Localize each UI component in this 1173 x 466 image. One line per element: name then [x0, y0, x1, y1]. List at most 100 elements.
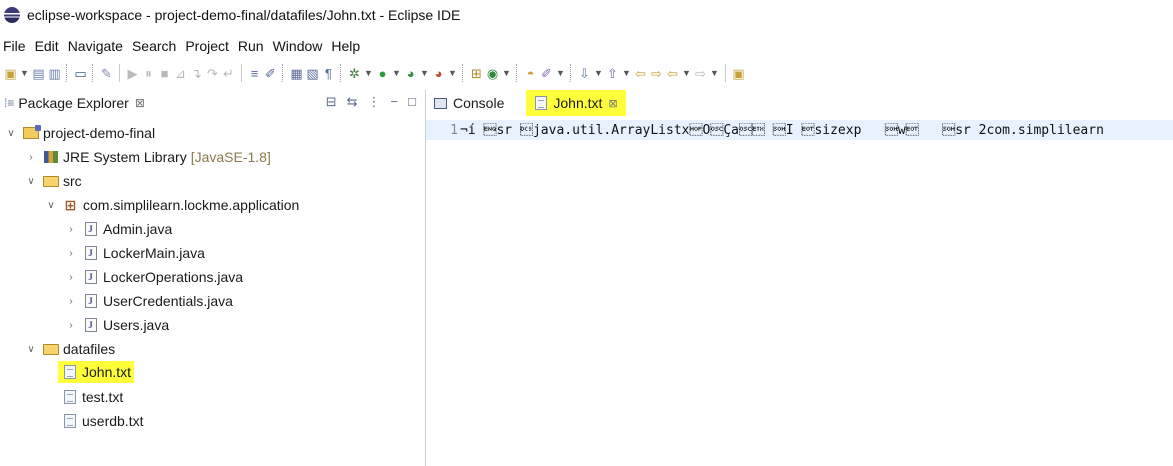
step-over-icon[interactable]: ↷ — [206, 63, 219, 83]
tab-console[interactable]: Console — [426, 90, 512, 116]
toggle-breadcrumb-icon[interactable]: ≡ — [248, 63, 261, 83]
back-icon[interactable]: ⇨ — [650, 63, 663, 83]
external-tools-icon[interactable]: ◕ — [432, 63, 445, 83]
tree-item-src[interactable]: ∨ src — [24, 170, 81, 192]
tree-item-java-file[interactable]: › J Admin.java — [64, 218, 172, 240]
tab-close-icon[interactable]: ⊠ — [608, 97, 617, 110]
minimize-icon[interactable]: − — [391, 94, 399, 110]
tree-item-jre[interactable]: › JRE System Library [JavaSE-1.8] — [24, 146, 271, 168]
expanded-chevron-icon[interactable]: ∨ — [24, 344, 38, 355]
run-dropdown-icon[interactable]: ▼ — [392, 63, 401, 83]
collapsed-chevron-icon[interactable]: › — [64, 224, 78, 235]
terminate-icon[interactable]: ■ — [158, 63, 171, 83]
run-icon[interactable]: ● — [376, 63, 389, 83]
package-explorer-header: ⁞≡ Package Explorer ⊠ ⊟ ⇆ ⋮ − □ — [0, 90, 426, 116]
search-dropdown-icon[interactable]: ▼ — [556, 63, 565, 83]
next-annotation-dropdown-icon[interactable]: ▼ — [594, 63, 603, 83]
menu-navigate[interactable]: Navigate — [68, 38, 123, 54]
step-into-icon[interactable]: ↴ — [190, 63, 203, 83]
package-explorer-title[interactable]: Package Explorer — [18, 95, 129, 111]
back-dropdown-icon[interactable]: ▼ — [682, 63, 691, 83]
menu-help[interactable]: Help — [331, 38, 360, 54]
menu-edit[interactable]: Edit — [35, 38, 59, 54]
mark-occurrences-icon[interactable]: ✐ — [264, 63, 277, 83]
toolbar-separator — [725, 64, 726, 82]
tree-item-java-file[interactable]: › J LockerMain.java — [64, 242, 205, 264]
menu-search[interactable]: Search — [132, 38, 176, 54]
open-perspective-icon[interactable]: ▣ — [732, 63, 745, 83]
java-file-icon: J — [82, 222, 99, 237]
text-file-icon — [61, 390, 78, 405]
tree-item-label: com.simplilearn.lockme.application — [83, 197, 300, 213]
collapse-all-icon[interactable]: ⊟ — [326, 94, 337, 110]
previous-annotation-dropdown-icon[interactable]: ▼ — [622, 63, 631, 83]
expanded-chevron-icon[interactable]: ∨ — [24, 176, 38, 187]
coverage-icon[interactable]: ◕ — [404, 63, 417, 83]
java-file-icon: J — [82, 270, 99, 285]
save-icon[interactable]: ▤ — [32, 63, 45, 83]
file-content-line[interactable]: ¬í sr java.util.ArrayListxÒÇa I … — [460, 123, 1104, 138]
next-annotation-icon[interactable]: ⇩ — [578, 63, 591, 83]
toolbar-grip — [66, 64, 69, 82]
tree-item-text-file[interactable]: userdb.txt — [61, 410, 143, 432]
new-java-package-icon[interactable]: ⊞ — [470, 63, 483, 83]
last-edit-location-icon[interactable]: ⇦ — [634, 63, 647, 83]
expanded-chevron-icon[interactable]: ∨ — [44, 200, 58, 211]
maximize-icon[interactable]: □ — [408, 94, 416, 110]
jre-version-label: [JavaSE-1.8] — [190, 149, 271, 165]
debug-icon[interactable]: ✲ — [348, 63, 361, 83]
collapsed-chevron-icon[interactable]: › — [24, 152, 38, 163]
terminal-icon[interactable]: ▭ — [74, 63, 87, 83]
new-java-class-icon[interactable]: ◉ — [486, 63, 499, 83]
show-whitespace-icon[interactable]: ¶ — [322, 63, 335, 83]
tree-item-label: Admin.java — [103, 221, 173, 237]
menu-run[interactable]: Run — [238, 38, 264, 54]
tree-item-label: userdb.txt — [82, 413, 144, 429]
tree-item-project[interactable]: ∨ project-demo-final — [4, 122, 155, 144]
external-tools-dropdown-icon[interactable]: ▼ — [448, 63, 457, 83]
link-with-editor-icon[interactable]: ⇆ — [347, 94, 358, 110]
tree-item-java-file[interactable]: › J UserCredentials.java — [64, 290, 233, 312]
expanded-chevron-icon[interactable]: ∨ — [4, 128, 18, 139]
collapsed-chevron-icon[interactable]: › — [64, 296, 78, 307]
word-wrap-icon[interactable]: ▧ — [306, 63, 319, 83]
search-icon[interactable]: ✐ — [540, 63, 553, 83]
tree-item-john-txt[interactable]: John.txt — [58, 361, 135, 383]
editor-current-line[interactable]: 1 ¬í sr java.util.ArrayListxÒÇa I… — [426, 120, 1173, 140]
text-file-icon — [61, 365, 78, 380]
step-return-icon[interactable]: ↵ — [222, 63, 235, 83]
collapsed-chevron-icon[interactable]: › — [64, 320, 78, 331]
forward-icon[interactable]: ⇨ — [694, 63, 707, 83]
menu-project[interactable]: Project — [185, 38, 229, 54]
tab-label: Console — [453, 95, 505, 111]
new-dropdown-icon[interactable]: ▼ — [20, 63, 29, 83]
menu-window[interactable]: Window — [273, 38, 323, 54]
open-type-icon[interactable]: ◓ — [524, 63, 537, 83]
skip-breakpoints-icon[interactable]: ✎ — [100, 63, 113, 83]
menu-file[interactable]: File — [3, 38, 26, 54]
collapsed-chevron-icon[interactable]: › — [64, 272, 78, 283]
view-menu-icon[interactable]: ⋮ — [368, 94, 381, 110]
package-explorer-close-icon[interactable]: ⊠ — [135, 96, 145, 110]
back-history-icon[interactable]: ⇦ — [666, 63, 679, 83]
tree-item-java-file[interactable]: › J Users.java — [64, 314, 169, 336]
tree-item-label: LockerOperations.java — [103, 269, 244, 285]
disconnect-icon[interactable]: ⊿ — [174, 63, 187, 83]
save-all-icon[interactable]: ▥ — [48, 63, 61, 83]
new-java-class-dropdown-icon[interactable]: ▼ — [502, 63, 511, 83]
tab-john-txt[interactable]: John.txt ⊠ — [526, 90, 626, 116]
toggle-block-selection-icon[interactable]: ▦ — [290, 63, 303, 83]
forward-dropdown-icon[interactable]: ▼ — [710, 63, 719, 83]
previous-annotation-icon[interactable]: ⇧ — [606, 63, 619, 83]
new-icon[interactable]: ▣ — [4, 63, 17, 83]
suspend-icon[interactable]: ⏸ — [142, 63, 155, 83]
tree-item-package[interactable]: ∨ ⊞ com.simplilearn.lockme.application — [44, 194, 299, 216]
tree-item-datafiles[interactable]: ∨ datafiles — [24, 338, 115, 360]
coverage-dropdown-icon[interactable]: ▼ — [420, 63, 429, 83]
toolbar-grip — [516, 64, 519, 82]
resume-icon[interactable]: ▶ — [126, 63, 139, 83]
collapsed-chevron-icon[interactable]: › — [64, 248, 78, 259]
tree-item-text-file[interactable]: test.txt — [61, 386, 123, 408]
tree-item-java-file[interactable]: › J LockerOperations.java — [64, 266, 243, 288]
debug-dropdown-icon[interactable]: ▼ — [364, 63, 373, 83]
